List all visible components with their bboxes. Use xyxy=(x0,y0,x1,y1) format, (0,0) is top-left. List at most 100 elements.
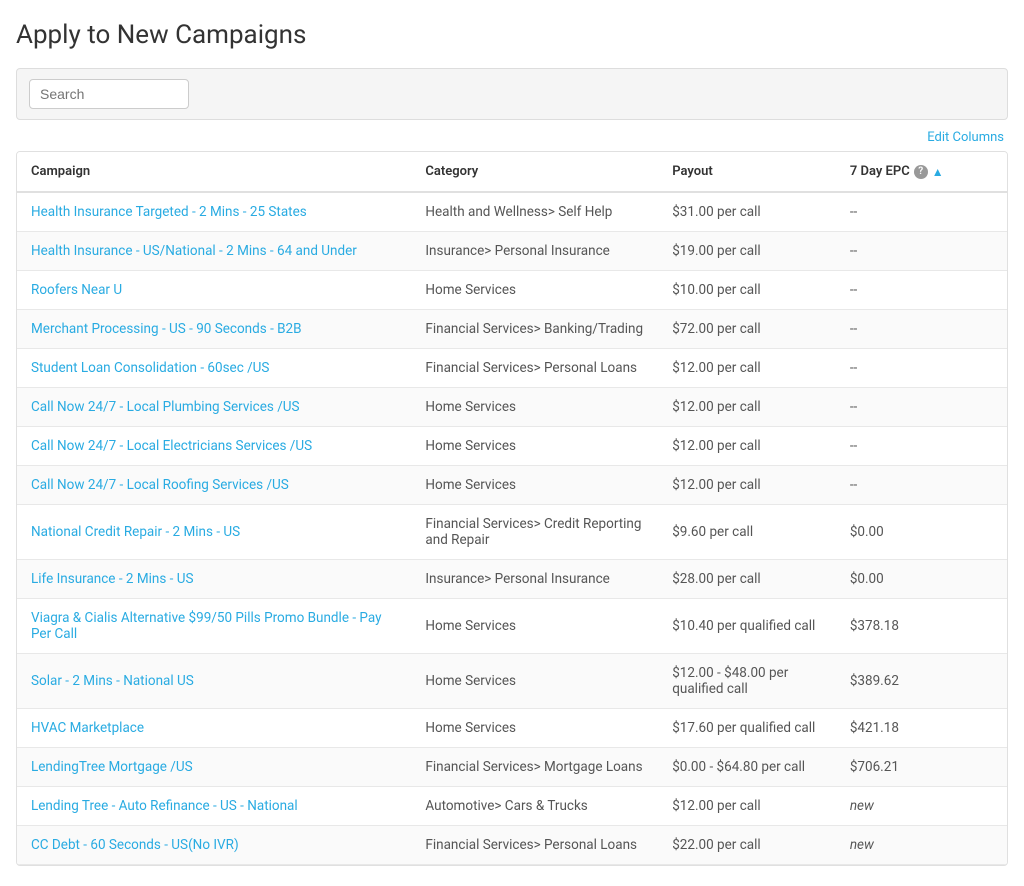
extra-cell xyxy=(958,709,1007,748)
campaign-cell: HVAC Marketplace xyxy=(17,709,411,748)
column-header-payout: Payout xyxy=(658,152,836,192)
category-cell: Home Services xyxy=(411,427,658,466)
campaign-cell: Call Now 24/7 - Local Plumbing Services … xyxy=(17,388,411,427)
campaign-cell: Life Insurance - 2 Mins - US xyxy=(17,560,411,599)
7day-epc-cell: -- xyxy=(836,232,958,271)
7day-epc-cell: $0.00 xyxy=(836,560,958,599)
category-cell: Financial Services> Personal Loans xyxy=(411,826,658,865)
page-container: Apply to New Campaigns Edit Columns Camp… xyxy=(0,0,1024,886)
table-row: Call Now 24/7 - Local Electricians Servi… xyxy=(17,427,1007,466)
campaign-cell: Health Insurance Targeted - 2 Mins - 25 … xyxy=(17,192,411,232)
table-row: Call Now 24/7 - Local Roofing Services /… xyxy=(17,466,1007,505)
campaign-link[interactable]: Health Insurance - US/National - 2 Mins … xyxy=(31,243,357,259)
extra-cell xyxy=(958,271,1007,310)
7day-epc-header-inner: 7 Day EPC ? ▲ xyxy=(850,164,944,179)
campaigns-table: Campaign Category Payout 7 Day EPC ? ▲ xyxy=(17,152,1007,865)
7day-epc-cell: -- xyxy=(836,388,958,427)
category-cell: Health and Wellness> Self Help xyxy=(411,192,658,232)
table-row: Health Insurance - US/National - 2 Mins … xyxy=(17,232,1007,271)
category-cell: Home Services xyxy=(411,388,658,427)
campaign-cell: CC Debt - 60 Seconds - US(No IVR) xyxy=(17,826,411,865)
edit-columns-link[interactable]: Edit Columns xyxy=(927,130,1004,145)
campaign-link[interactable]: National Credit Repair - 2 Mins - US xyxy=(31,524,240,540)
campaign-link[interactable]: Call Now 24/7 - Local Roofing Services /… xyxy=(31,477,289,493)
7day-epc-cell: -- xyxy=(836,427,958,466)
7day-epc-cell: -- xyxy=(836,192,958,232)
7day-epc-cell: -- xyxy=(836,466,958,505)
category-cell: Insurance> Personal Insurance xyxy=(411,232,658,271)
extra-cell xyxy=(958,232,1007,271)
campaign-cell: Merchant Processing - US - 90 Seconds - … xyxy=(17,310,411,349)
campaign-cell: Lending Tree - Auto Refinance - US - Nat… xyxy=(17,787,411,826)
table-row: Health Insurance Targeted - 2 Mins - 25 … xyxy=(17,192,1007,232)
payout-cell: $12.00 per call xyxy=(658,349,836,388)
category-cell: Home Services xyxy=(411,271,658,310)
table-row: LendingTree Mortgage /US Financial Servic… xyxy=(17,748,1007,787)
7day-epc-help-icon[interactable]: ? xyxy=(914,165,928,179)
7day-epc-cell: $706.21 xyxy=(836,748,958,787)
7day-epc-cell: new xyxy=(836,826,958,865)
payout-cell: $10.00 per call xyxy=(658,271,836,310)
column-header-category: Category xyxy=(411,152,658,192)
category-cell: Automotive> Cars & Trucks xyxy=(411,787,658,826)
campaign-link[interactable]: Call Now 24/7 - Local Electricians Servi… xyxy=(31,438,312,454)
table-row: Viagra & Cialis Alternative $99/50 Pills… xyxy=(17,599,1007,654)
extra-cell xyxy=(958,310,1007,349)
table-row: Roofers Near U Home Services$10.00 per ca… xyxy=(17,271,1007,310)
campaign-link[interactable]: CC Debt - 60 Seconds - US(No IVR) xyxy=(31,837,239,853)
page-title: Apply to New Campaigns xyxy=(16,20,1008,50)
table-row: Solar - 2 Mins - National US Home Service… xyxy=(17,654,1007,709)
campaign-link[interactable]: HVAC Marketplace xyxy=(31,720,144,736)
campaign-cell: Health Insurance - US/National - 2 Mins … xyxy=(17,232,411,271)
payout-cell: $0.00 - $64.80 per call xyxy=(658,748,836,787)
table-header-row: Campaign Category Payout 7 Day EPC ? ▲ xyxy=(17,152,1007,192)
category-cell: Financial Services> Mortgage Loans xyxy=(411,748,658,787)
campaign-link[interactable]: Health Insurance Targeted - 2 Mins - 25 … xyxy=(31,204,307,220)
category-cell: Home Services xyxy=(411,654,658,709)
campaign-cell: Viagra & Cialis Alternative $99/50 Pills… xyxy=(17,599,411,654)
extra-cell xyxy=(958,560,1007,599)
campaign-cell: Call Now 24/7 - Local Roofing Services /… xyxy=(17,466,411,505)
extra-cell xyxy=(958,192,1007,232)
table-row: Lending Tree - Auto Refinance - US - Nat… xyxy=(17,787,1007,826)
campaign-link[interactable]: Student Loan Consolidation - 60sec /US xyxy=(31,360,269,376)
extra-cell xyxy=(958,505,1007,560)
campaign-link[interactable]: Merchant Processing - US - 90 Seconds - … xyxy=(31,321,302,337)
payout-cell: $12.00 per call xyxy=(658,427,836,466)
extra-cell xyxy=(958,427,1007,466)
campaign-link[interactable]: Solar - 2 Mins - National US xyxy=(31,673,194,689)
payout-cell: $12.00 - $48.00 per qualified call xyxy=(658,654,836,709)
campaign-link[interactable]: Life Insurance - 2 Mins - US xyxy=(31,571,194,587)
campaign-link[interactable]: Lending Tree - Auto Refinance - US - Nat… xyxy=(31,798,298,814)
column-header-campaign: Campaign xyxy=(17,152,411,192)
payout-cell: $72.00 per call xyxy=(658,310,836,349)
payout-cell: $12.00 per call xyxy=(658,388,836,427)
7day-epc-sort-icon[interactable]: ▲ xyxy=(932,165,944,179)
table-row: HVAC Marketplace Home Services$17.60 per … xyxy=(17,709,1007,748)
7day-epc-cell: $378.18 xyxy=(836,599,958,654)
payout-cell: $10.40 per qualified call xyxy=(658,599,836,654)
campaign-cell: Solar - 2 Mins - National US xyxy=(17,654,411,709)
table-row: Call Now 24/7 - Local Plumbing Services … xyxy=(17,388,1007,427)
search-input[interactable] xyxy=(29,79,189,109)
campaign-cell: Roofers Near U xyxy=(17,271,411,310)
payout-cell: $22.00 per call xyxy=(658,826,836,865)
extra-cell xyxy=(958,654,1007,709)
table-row: CC Debt - 60 Seconds - US(No IVR) Financi… xyxy=(17,826,1007,865)
category-cell: Financial Services> Credit Reporting and… xyxy=(411,505,658,560)
campaign-link[interactable]: Viagra & Cialis Alternative $99/50 Pills… xyxy=(31,610,382,642)
payout-cell: $9.60 per call xyxy=(658,505,836,560)
7day-epc-cell: -- xyxy=(836,310,958,349)
payout-cell: $28.00 per call xyxy=(658,560,836,599)
campaign-link[interactable]: Roofers Near U xyxy=(31,282,122,298)
extra-cell xyxy=(958,748,1007,787)
campaign-cell: LendingTree Mortgage /US xyxy=(17,748,411,787)
campaign-link[interactable]: LendingTree Mortgage /US xyxy=(31,759,193,775)
category-cell: Home Services xyxy=(411,709,658,748)
payout-cell: $17.60 per qualified call xyxy=(658,709,836,748)
7day-epc-cell: -- xyxy=(836,271,958,310)
category-cell: Financial Services> Banking/Trading xyxy=(411,310,658,349)
extra-cell xyxy=(958,599,1007,654)
campaign-cell: National Credit Repair - 2 Mins - US xyxy=(17,505,411,560)
campaign-link[interactable]: Call Now 24/7 - Local Plumbing Services … xyxy=(31,399,300,415)
